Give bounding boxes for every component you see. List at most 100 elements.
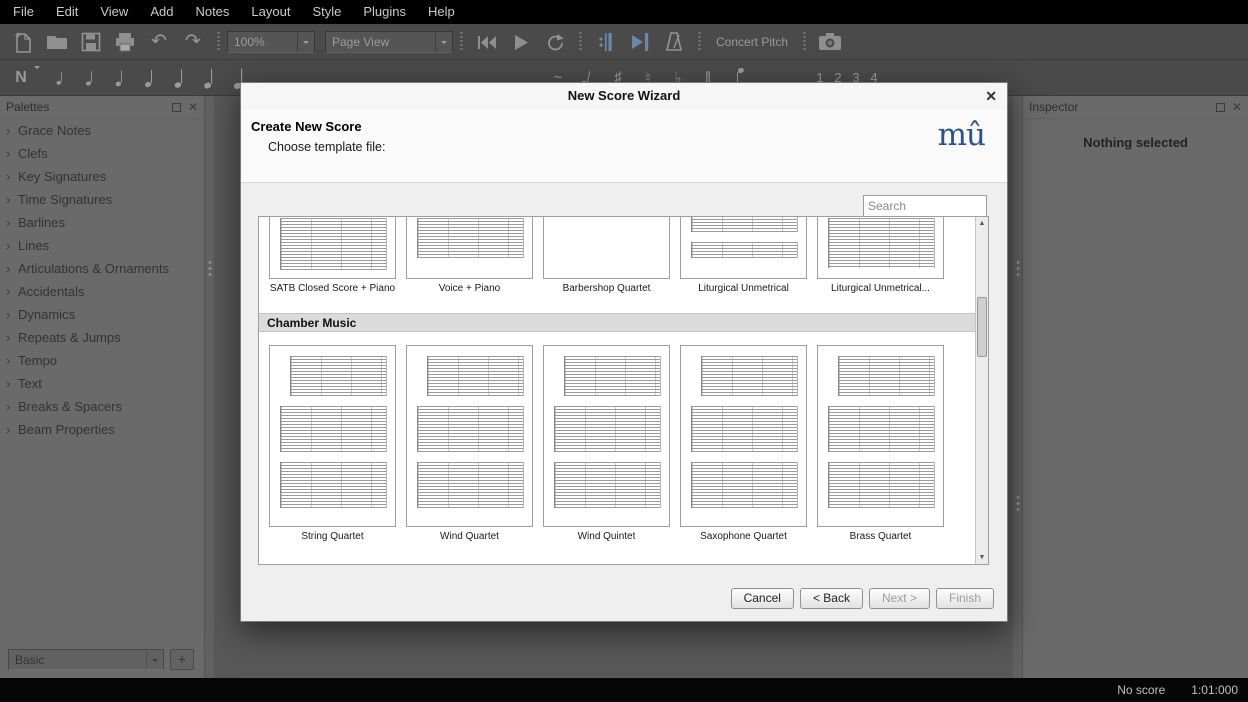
template-card-saxophone-quartet[interactable]: Saxophone Quartet [680,345,807,542]
template-card-satb-piano[interactable]: SATB Closed Score + Piano [269,216,396,294]
rewind-button[interactable] [470,27,504,57]
print-button[interactable] [108,27,142,57]
note-input-button[interactable]: N [8,63,34,93]
palettes-panel: Palettes ✕ ›Grace Notes ›Clefs ›Key Sign… [0,96,205,678]
palette-item-grace-notes[interactable]: ›Grace Notes [0,119,204,142]
staff-lines [564,356,661,396]
template-card-barbershop[interactable]: Barbershop Quartet [543,216,670,294]
template-label: Barbershop Quartet [543,283,670,294]
left-panel-splitter[interactable] [205,96,214,678]
template-label: String Quartet [269,531,396,542]
splitter-handle[interactable] [1016,496,1019,511]
image-capture-button[interactable] [813,27,847,57]
cancel-button[interactable]: Cancel [731,588,794,609]
toolbar-drag-handle[interactable] [803,32,806,52]
staff-lines [417,406,524,452]
duration-32nd-button[interactable] [76,63,106,93]
concert-pitch-toggle[interactable]: Concert Pitch [708,35,796,49]
palette-item-lines[interactable]: ›Lines [0,234,204,257]
new-score-button[interactable] [6,27,40,57]
undock-icon[interactable] [172,103,181,112]
menu-plugins[interactable]: Plugins [352,0,417,24]
menu-style[interactable]: Style [301,0,352,24]
template-list-scrollbar[interactable]: ▲ ▼ [975,217,988,564]
close-icon[interactable]: ✕ [1232,101,1242,113]
zoom-value: 100% [228,35,297,49]
pan-arrow-icon [630,31,651,53]
chevron-right-icon: › [6,307,18,322]
duration-64th-button[interactable] [46,63,76,93]
palette-item-articulations[interactable]: ›Articulations & Ornaments [0,257,204,280]
chevron-down-icon [146,650,163,669]
palette-item-text[interactable]: ›Text [0,372,204,395]
redo-button[interactable]: ↷ [176,27,210,57]
palette-item-breaks-spacers[interactable]: ›Breaks & Spacers [0,395,204,418]
menu-edit[interactable]: Edit [45,0,89,24]
template-card-voice-piano[interactable]: Voice + Piano [406,216,533,294]
duration-half-button[interactable] [196,63,226,93]
palette-item-repeats-jumps[interactable]: ›Repeats & Jumps [0,326,204,349]
menu-file[interactable]: File [2,0,45,24]
save-button[interactable] [74,27,108,57]
menu-help[interactable]: Help [417,0,466,24]
template-card-liturgical-2[interactable]: Liturgical Unmetrical... [817,216,944,294]
template-card-string-quartet[interactable]: String Quartet [269,345,396,542]
palette-item-label: Time Signatures [18,192,112,207]
metronome-toggle[interactable] [657,27,691,57]
undock-icon[interactable] [1216,103,1225,112]
toolbar-drag-handle[interactable] [698,32,701,52]
duration-16th-button[interactable] [106,63,136,93]
splitter-handle[interactable] [1016,261,1019,276]
open-file-button[interactable] [40,27,74,57]
scroll-up-button[interactable]: ▲ [976,217,988,230]
dialog-titlebar[interactable]: New Score Wizard ✕ [241,83,1007,110]
toolbar-drag-handle[interactable] [217,32,220,52]
right-panel-splitter[interactable] [1013,96,1022,678]
template-preview [543,216,670,279]
palette-item-accidentals[interactable]: ›Accidentals [0,280,204,303]
search-input[interactable] [863,195,987,217]
staff-lines [691,242,798,258]
palette-item-time-signatures[interactable]: ›Time Signatures [0,188,204,211]
staff-lines [691,462,798,508]
scroll-down-button[interactable]: ▼ [976,551,988,564]
duration-eighth-button[interactable] [136,63,166,93]
palette-item-dynamics[interactable]: ›Dynamics [0,303,204,326]
back-button[interactable]: < Back [800,588,863,609]
template-card-wind-quintet[interactable]: Wind Quintet [543,345,670,542]
menu-layout[interactable]: Layout [240,0,301,24]
workspace-select[interactable]: Basic [8,649,164,670]
toolbar-drag-handle[interactable] [460,32,463,52]
note-icon [86,69,96,85]
loop-playback-button[interactable] [538,27,572,57]
toolbar-drag-handle[interactable] [579,32,582,52]
play-repeats-toggle[interactable] [589,27,623,57]
undo-button[interactable]: ↶ [142,27,176,57]
menu-add[interactable]: Add [139,0,184,24]
add-workspace-button[interactable]: + [170,649,194,670]
duration-quarter-button[interactable] [166,63,196,93]
folder-icon [46,32,68,52]
zoom-select[interactable]: 100% [227,31,315,53]
dialog-close-button[interactable]: ✕ [985,83,997,109]
palette-item-tempo[interactable]: ›Tempo [0,349,204,372]
template-card-wind-quartet[interactable]: Wind Quartet [406,345,533,542]
menu-notes[interactable]: Notes [184,0,240,24]
template-card-liturgical[interactable]: Liturgical Unmetrical [680,216,807,294]
next-button[interactable]: Next > [869,588,930,609]
scrollbar-thumb[interactable] [977,297,987,357]
menu-view[interactable]: View [89,0,139,24]
palette-item-beam-properties[interactable]: ›Beam Properties [0,418,204,441]
palette-item-barlines[interactable]: ›Barlines [0,211,204,234]
palette-item-key-signatures[interactable]: ›Key Signatures [0,165,204,188]
view-mode-select[interactable]: Page View [325,31,453,53]
play-button[interactable] [504,27,538,57]
splitter-handle[interactable] [208,261,211,276]
template-card-brass-quartet[interactable]: Brass Quartet [817,345,944,542]
pan-playback-toggle[interactable] [623,27,657,57]
close-icon[interactable]: ✕ [188,101,198,113]
finish-button[interactable]: Finish [936,588,994,609]
wizard-subheading: Choose template file: [268,140,385,154]
staff-lines [290,356,387,396]
palette-item-clefs[interactable]: ›Clefs [0,142,204,165]
